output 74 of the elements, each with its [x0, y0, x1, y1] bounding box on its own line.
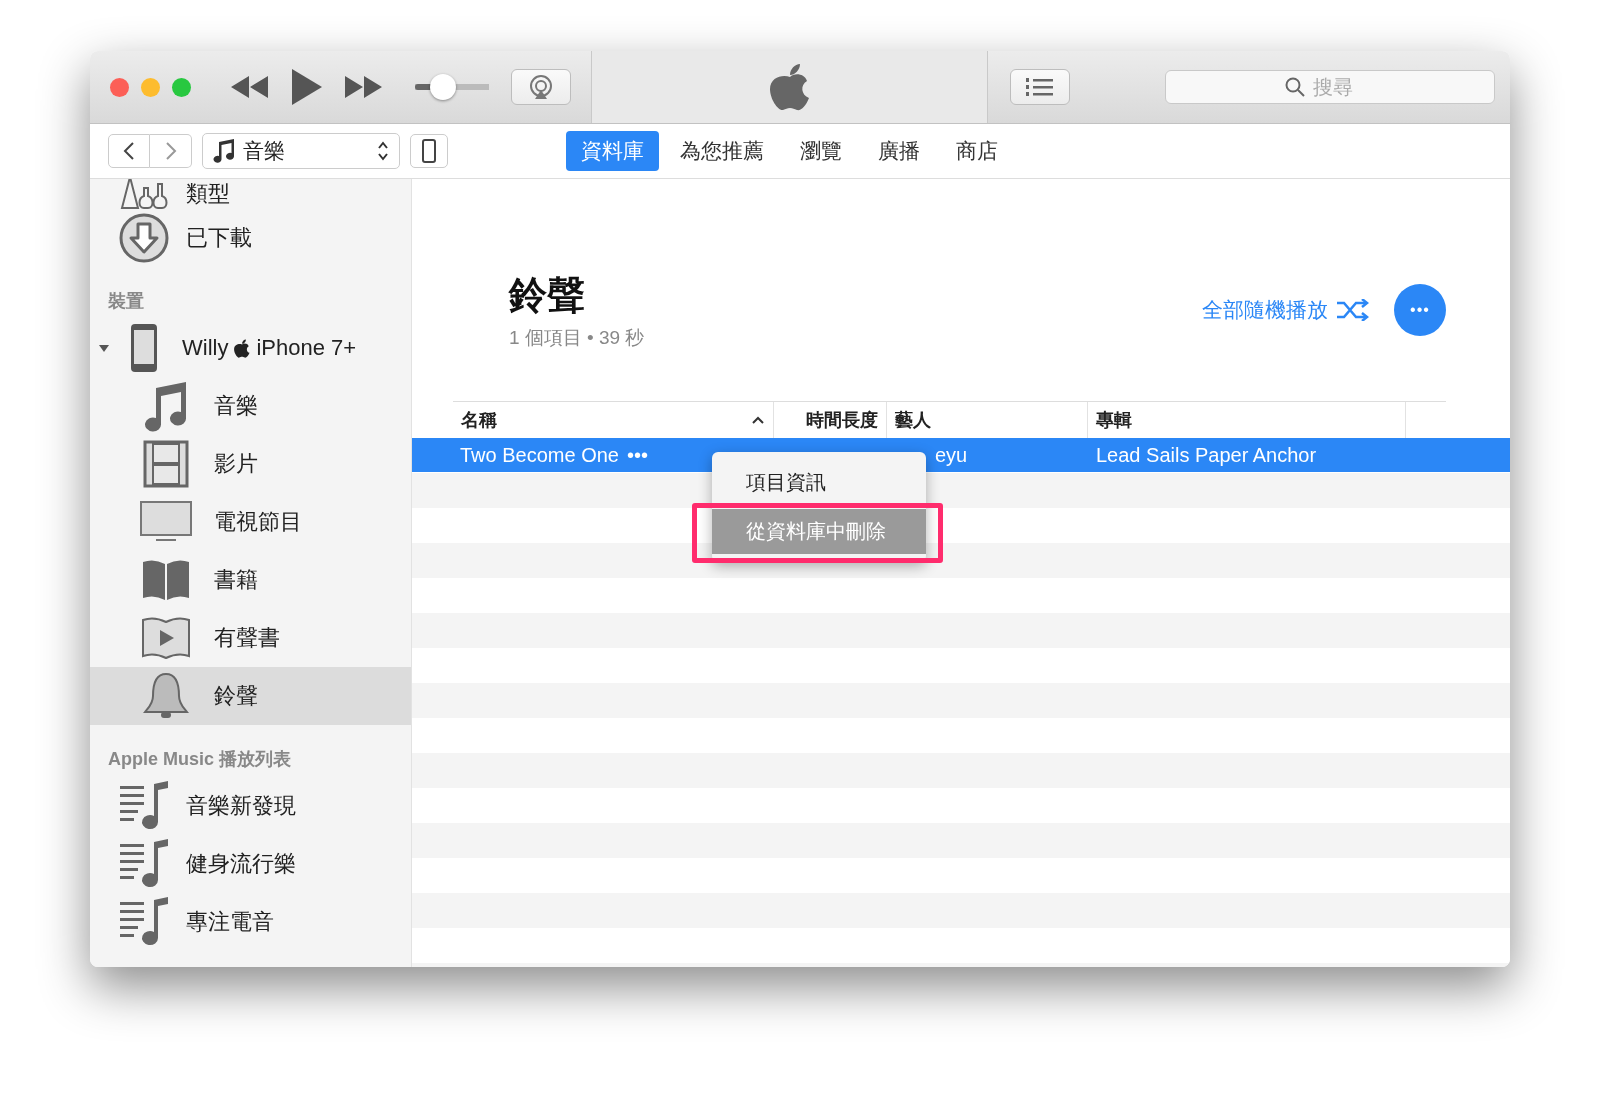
search-bar[interactable]: 搜尋	[1165, 70, 1495, 104]
apple-icon	[234, 338, 251, 358]
table-cell: Lead Sails Paper Anchor	[1096, 443, 1317, 466]
film-icon	[143, 440, 189, 488]
logo-icon	[769, 63, 810, 111]
playlist-icon	[118, 780, 170, 832]
rewind-icon[interactable]	[231, 76, 269, 98]
back-button[interactable]	[108, 134, 150, 168]
sidebar-item[interactable]: 音樂新發現	[90, 777, 411, 835]
sidebar-item-label: 影片	[214, 450, 258, 478]
sidebar-item[interactable]: 專注電音	[90, 893, 411, 951]
tab[interactable]: 資料庫	[566, 131, 659, 171]
play-icon[interactable]	[291, 69, 323, 105]
section-header: Apple Music 播放列表	[107, 748, 292, 771]
sort-caret-icon[interactable]	[751, 415, 765, 425]
sidebar-item-label: 書籍	[214, 566, 258, 594]
device-model: iPhone 7+	[256, 335, 357, 361]
back-chevron-icon	[123, 141, 135, 161]
table-cell: eyu	[935, 443, 968, 466]
shuffle-icon	[1336, 299, 1370, 321]
sidebar-item[interactable]: 電視節目	[90, 493, 411, 551]
playlist-icon	[118, 896, 170, 948]
sidebar-item[interactable]: 音樂	[90, 377, 411, 435]
download-icon	[118, 212, 170, 264]
sidebar-item[interactable]: 影片	[90, 435, 411, 493]
updown-icon	[377, 141, 389, 161]
sidebar-item-label: 鈴聲	[214, 682, 258, 710]
fast-forward-icon[interactable]	[345, 76, 383, 98]
sidebar-item-label: 類型	[186, 180, 230, 208]
search-icon	[1285, 77, 1305, 97]
sidebar-item-label: 已下載	[186, 224, 252, 252]
playlist-icon	[118, 838, 170, 890]
more-indicator[interactable]: •••	[626, 443, 648, 467]
tab[interactable]: 瀏覽	[785, 131, 857, 171]
sidebar-item[interactable]: 類型	[90, 179, 411, 209]
sidebar-item-label: 音樂新發現	[186, 792, 296, 820]
airplay-icon	[528, 74, 554, 100]
sidebar-item-label: 有聲書	[214, 624, 280, 652]
list-view-button[interactable]	[1010, 69, 1070, 105]
sidebar-item[interactable]: 鈴聲	[90, 667, 411, 725]
tv-icon	[140, 501, 192, 543]
sidebar-item[interactable]: 書籍	[90, 551, 411, 609]
section-header: 裝置	[107, 290, 145, 313]
tab[interactable]: 廣播	[863, 131, 935, 171]
table-cell: Two Become One	[460, 443, 619, 467]
search-field[interactable]: 搜尋	[1311, 74, 1375, 100]
music-note-icon	[213, 139, 235, 163]
airplay-button[interactable]	[511, 69, 571, 105]
book-icon	[141, 558, 191, 602]
phone-icon	[130, 323, 158, 373]
sidebar-item[interactable]: 有聲書	[90, 609, 411, 667]
media-picker[interactable]: 音樂	[202, 133, 400, 169]
page-subtitle: 1 個項目 • 39 秒	[509, 325, 645, 350]
bell-icon	[143, 672, 189, 720]
numbered-list-icon	[1025, 77, 1055, 97]
sidebar-item[interactable]: 健身流行樂	[90, 835, 411, 893]
sidebar-item-label: 健身流行樂	[186, 850, 296, 878]
more-button[interactable]: •••	[1394, 284, 1446, 336]
sidebar-item[interactable]: 已下載	[90, 209, 411, 267]
tab[interactable]: 商店	[941, 131, 1013, 171]
phone-icon	[422, 139, 436, 163]
device-button[interactable]	[410, 134, 448, 168]
sidebar-item-label: 專注電音	[186, 908, 274, 936]
forward-chevron-icon	[164, 141, 177, 161]
disclosure-triangle-icon[interactable]	[98, 342, 110, 354]
device-name: Willy	[182, 335, 229, 361]
shuffle-all-link[interactable]: 全部隨機播放	[1196, 295, 1376, 325]
sidebar-item-label: 電視節目	[214, 508, 302, 536]
page-title: 鈴聲	[509, 272, 586, 318]
media-picker-label: 音樂	[243, 138, 285, 164]
audiobook-icon	[141, 616, 191, 660]
tab[interactable]: 為您推薦	[665, 131, 779, 171]
sidebar-item-label: 音樂	[214, 392, 258, 420]
device-item[interactable]: Willy iPhone 7+	[90, 319, 411, 377]
